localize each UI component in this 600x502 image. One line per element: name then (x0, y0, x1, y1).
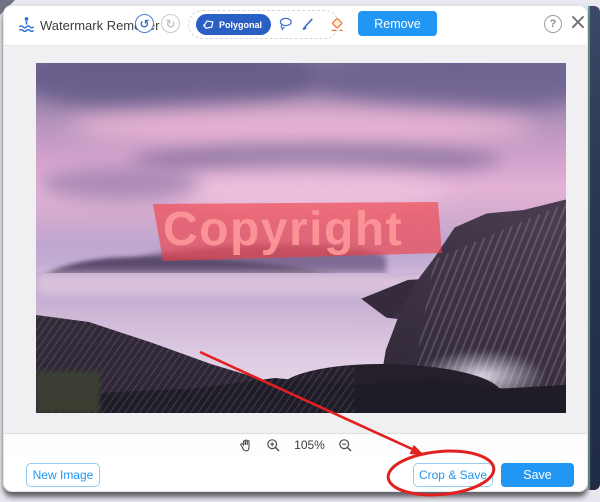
polygonal-lasso-icon (203, 19, 215, 31)
remove-button[interactable]: Remove (358, 11, 437, 36)
photo-cloud (68, 105, 534, 147)
freehand-lasso-icon (278, 17, 293, 32)
undo-button[interactable]: ↺ (135, 14, 154, 33)
eraser-icon (329, 17, 345, 33)
zoom-level: 105% (294, 438, 325, 452)
pan-tool[interactable] (238, 438, 253, 453)
zoom-toolbar: 105% (4, 434, 587, 456)
photo-grass-patch (36, 371, 100, 413)
screen: Watermark Remover ↺ ↻ Polygonal (0, 0, 600, 502)
zoom-in-icon (266, 438, 281, 453)
polygonal-tool-button[interactable]: Polygonal (196, 14, 271, 35)
zoom-in-button[interactable] (266, 438, 281, 453)
watermark-remover-window: Watermark Remover ↺ ↻ Polygonal (3, 5, 588, 492)
background-window-edge (588, 6, 600, 490)
polygonal-tool-label: Polygonal (219, 20, 262, 30)
zoom-out-button[interactable] (338, 438, 353, 453)
selection-tool-group: Polygonal (188, 10, 339, 39)
photo-canvas[interactable]: Copyright (36, 63, 566, 413)
title-bar: Watermark Remover ↺ ↻ Polygonal (4, 6, 587, 45)
redo-button[interactable]: ↻ (161, 14, 180, 33)
new-image-button[interactable]: New Image (26, 463, 100, 487)
eraser-tool[interactable] (329, 17, 345, 33)
photo-cloud (41, 168, 200, 200)
editor-canvas: Copyright (4, 45, 587, 434)
footer-bar: New Image Crop & Save Save (4, 456, 587, 492)
hand-icon (239, 438, 253, 452)
help-button[interactable]: ? (544, 15, 562, 33)
brush-tool[interactable] (300, 17, 315, 33)
save-button[interactable]: Save (501, 463, 574, 487)
watermark-app-icon (17, 15, 36, 34)
crop-and-save-button[interactable]: Crop & Save (413, 463, 493, 487)
freehand-lasso-tool[interactable] (278, 17, 293, 33)
watermark-text: Copyright (163, 202, 403, 257)
close-button[interactable]: × (567, 10, 588, 36)
brush-icon (300, 17, 315, 32)
zoom-out-icon (338, 438, 353, 453)
